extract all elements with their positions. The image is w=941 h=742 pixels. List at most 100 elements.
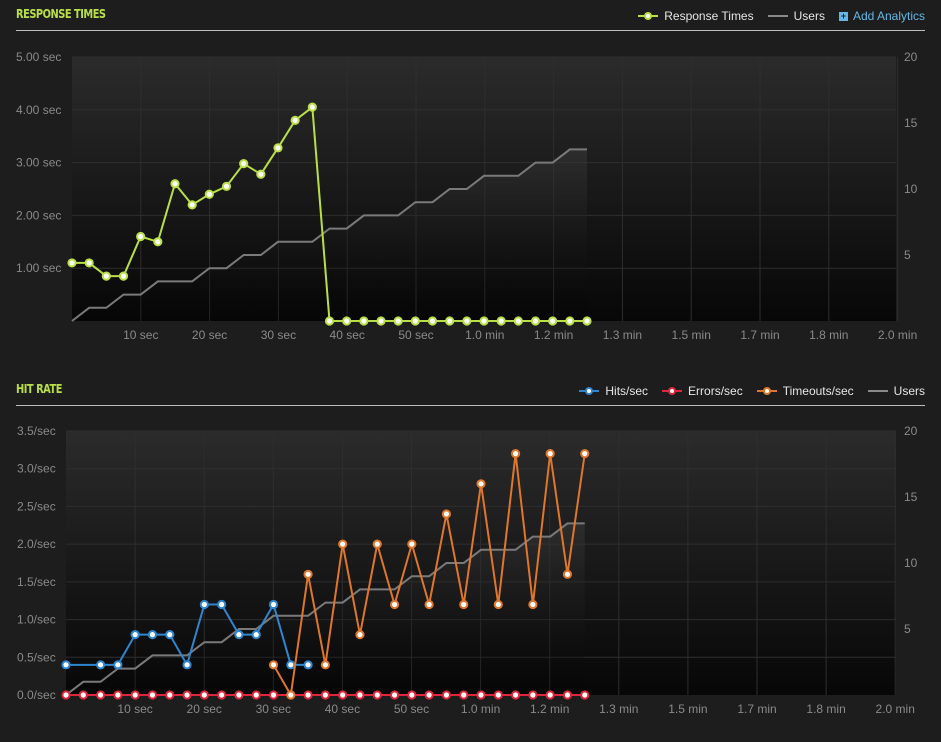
y-tick-label: 0.0/sec	[17, 688, 56, 702]
errors-sec-point	[372, 690, 382, 700]
x-tick-label: 1.2 min	[530, 702, 569, 716]
errors-sec-point	[251, 690, 261, 700]
response-times-point	[273, 143, 283, 153]
y2-tick-label: 20	[904, 50, 918, 64]
hits-sec-point	[182, 660, 192, 670]
x-tick-label: 1.3 min	[603, 328, 642, 342]
timeouts-sec-point	[372, 539, 382, 549]
errors-sec-point	[407, 690, 417, 700]
response-times-point	[427, 316, 438, 326]
timeouts-sec-point	[545, 449, 555, 459]
x-tick-label: 1.2 min	[534, 328, 573, 342]
timeouts-sec-point	[303, 569, 313, 579]
x-tick-label: 1.5 min	[668, 702, 707, 716]
response-times-point	[565, 316, 575, 326]
hits-sec-point	[130, 630, 140, 640]
timeouts-sec-point	[407, 539, 417, 549]
timeouts-sec-point	[320, 660, 330, 670]
response-times-point	[187, 200, 197, 210]
y-tick-label: 2.5/sec	[17, 499, 56, 513]
errors-sec-point	[182, 690, 192, 700]
errors-sec-point	[147, 690, 158, 700]
response-times-point	[118, 271, 129, 281]
errors-sec-point	[580, 690, 590, 700]
errors-sec-point	[510, 690, 521, 700]
x-tick-label: 40 sec	[325, 702, 360, 716]
errors-sec-point	[130, 690, 140, 700]
hits-sec-point	[199, 599, 209, 610]
x-tick-label: 50 sec	[394, 702, 429, 716]
timeouts-sec-point	[528, 599, 538, 610]
hits-sec-point	[113, 660, 123, 670]
y-tick-label: 5.00 sec	[16, 50, 61, 64]
errors-sec-point	[459, 690, 469, 700]
x-tick-label: 2.0 min	[876, 702, 915, 716]
hits-sec-point	[95, 660, 106, 670]
x-tick-label: 2.0 min	[878, 328, 917, 342]
response-times-point	[256, 169, 266, 179]
errors-sec-point	[441, 690, 452, 700]
timeouts-sec-point	[562, 569, 573, 579]
timeouts-sec-point	[268, 660, 279, 670]
response-times-point	[462, 316, 472, 326]
hits-sec-point	[268, 599, 279, 610]
x-tick-label: 1.8 min	[809, 328, 848, 342]
y2-tick-label: 10	[904, 556, 918, 570]
hits-sec-point	[286, 660, 296, 670]
errors-sec-point	[562, 690, 573, 700]
errors-sec-point	[320, 690, 330, 700]
y-tick-label: 2.0/sec	[17, 537, 56, 551]
response-times-point	[410, 316, 420, 326]
response-times-point	[290, 115, 300, 125]
y2-tick-label: 5	[904, 622, 911, 636]
timeouts-sec-point	[389, 599, 400, 610]
response-times-point	[530, 316, 541, 326]
y2-tick-label: 15	[904, 490, 918, 504]
x-tick-label: 10 sec	[123, 328, 158, 342]
response-times-point	[324, 316, 335, 326]
errors-sec-point	[545, 690, 555, 700]
errors-sec-point	[528, 690, 538, 700]
response-times-point	[204, 189, 214, 199]
timeouts-sec-point	[510, 449, 521, 459]
response-times-point	[84, 258, 94, 268]
errors-sec-point	[355, 690, 365, 700]
errors-sec-point	[95, 690, 106, 700]
y-tick-label: 3.0/sec	[17, 462, 56, 476]
response-times-point	[239, 159, 249, 169]
errors-sec-point	[476, 690, 486, 700]
y-tick-label: 3.5/sec	[17, 424, 56, 438]
errors-sec-point	[338, 690, 348, 700]
timeouts-sec-point	[459, 599, 469, 610]
response-times-point	[393, 316, 403, 326]
x-tick-label: 1.8 min	[806, 702, 845, 716]
response-times-point	[359, 316, 369, 326]
hits-sec-point	[147, 630, 158, 640]
y2-tick-label: 5	[904, 248, 911, 262]
x-tick-label: 1.5 min	[672, 328, 711, 342]
response-times-point	[513, 316, 523, 326]
errors-sec-point	[61, 690, 71, 700]
response-times-point	[479, 316, 489, 326]
response-times-point	[445, 316, 455, 326]
timeouts-sec-point	[338, 539, 348, 549]
response-times-chart: 5.00 sec 4.00 sec 3.00 sec 2.00 sec 1.00 sec…	[16, 50, 918, 342]
response-times-point	[101, 271, 111, 281]
hits-sec-point	[165, 630, 175, 640]
errors-sec-point	[268, 690, 279, 700]
hits-sec-point	[251, 630, 261, 640]
hits-sec-point	[234, 630, 244, 640]
y-tick-label: 4.00 sec	[16, 103, 61, 117]
errors-sec-point	[217, 690, 227, 700]
hits-sec-point	[303, 660, 313, 670]
x-tick-label: 1.0 min	[461, 702, 500, 716]
errors-sec-point	[234, 690, 244, 700]
x-tick-label: 1.7 min	[740, 328, 779, 342]
timeouts-sec-point	[476, 479, 486, 489]
timeouts-sec-point	[441, 509, 452, 519]
response-times-point	[376, 316, 386, 326]
errors-sec-point	[113, 690, 123, 700]
x-tick-label: 50 sec	[398, 328, 433, 342]
timeouts-sec-point	[580, 449, 590, 459]
response-times-point	[548, 316, 558, 326]
